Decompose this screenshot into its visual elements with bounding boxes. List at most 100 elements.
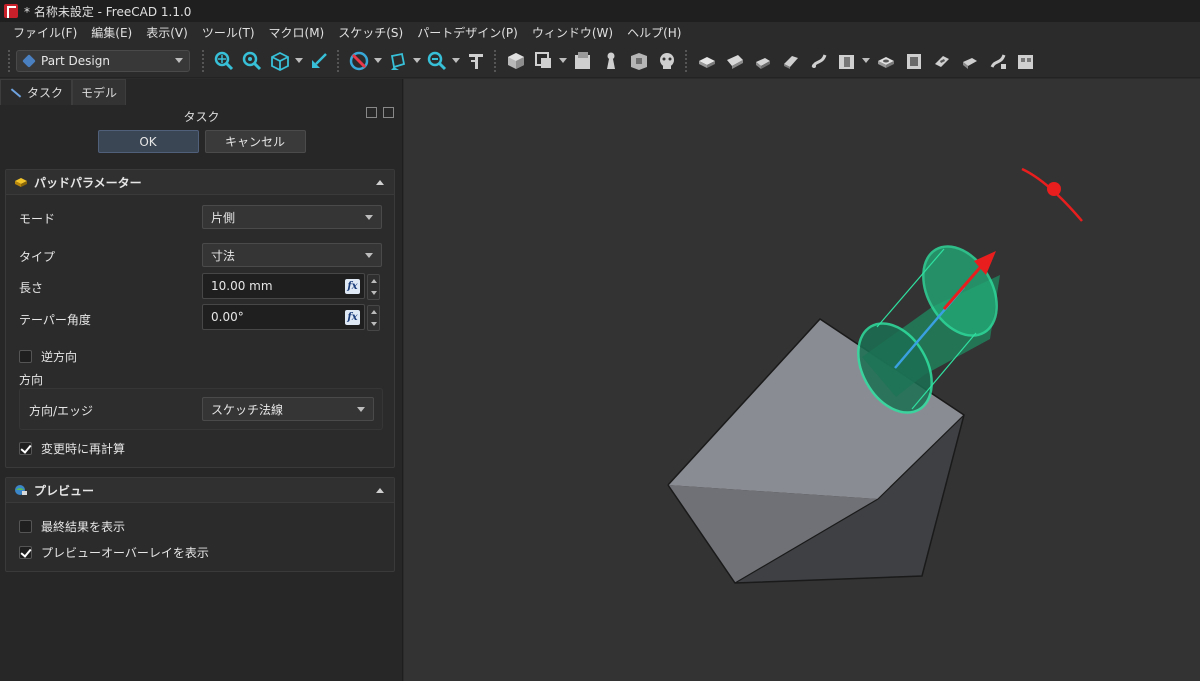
hole-icon: [878, 56, 894, 68]
ok-button[interactable]: OK: [97, 130, 199, 153]
chevron-down-icon[interactable]: [413, 58, 421, 63]
draw-style-button[interactable]: [348, 48, 370, 74]
subtractive-pipe-button[interactable]: [959, 48, 981, 74]
preview-overlay-checkbox[interactable]: [19, 546, 32, 559]
final-result-row[interactable]: 最終結果を表示: [19, 518, 125, 535]
stepper-up-icon[interactable]: [370, 310, 377, 314]
create-sketch-button[interactable]: [533, 48, 555, 74]
3d-scene[interactable]: [404, 79, 1200, 681]
stepper-down-icon[interactable]: [370, 322, 377, 326]
preview-header[interactable]: プレビュー: [6, 478, 394, 503]
recompute-row[interactable]: 変更時に再計算: [19, 440, 125, 457]
rotation-handle-dot[interactable]: [1047, 182, 1061, 196]
expression-icon[interactable]: fx: [345, 278, 360, 294]
pattern-button[interactable]: [1015, 48, 1037, 74]
menu-macro[interactable]: マクロ(M): [262, 22, 332, 44]
loft-button[interactable]: [752, 48, 774, 74]
chevron-down-icon[interactable]: [559, 58, 567, 63]
restore-icon[interactable]: [383, 107, 394, 118]
helix-button[interactable]: [808, 48, 830, 74]
length-input[interactable]: 10.00 mm fx: [202, 273, 380, 300]
sub-shape-binder-icon: [631, 52, 647, 70]
direction-edge-value: スケッチ法線: [211, 402, 284, 417]
direction-edge-select[interactable]: スケッチ法線: [202, 397, 374, 421]
zoom-fit-all-button[interactable]: [213, 48, 235, 74]
pocket-button[interactable]: [836, 48, 858, 74]
pipe-button[interactable]: [780, 48, 802, 74]
reversed-checkbox[interactable]: [19, 350, 32, 363]
toolbar-grip[interactable]: [202, 49, 206, 72]
chevron-down-icon[interactable]: [374, 58, 382, 63]
zoom-selection-icon: [242, 51, 262, 70]
menu-tools[interactable]: ツール(T): [195, 22, 262, 44]
float-icon[interactable]: [366, 107, 377, 118]
length-stepper[interactable]: [367, 274, 380, 300]
mode-label: モード: [19, 212, 56, 226]
stepper-down-icon[interactable]: [370, 291, 377, 295]
toolbar-grip[interactable]: [494, 49, 498, 72]
direction-row: 方向: [19, 371, 43, 388]
pad-button[interactable]: [696, 48, 718, 74]
subtractive-helix-icon: [990, 53, 1006, 69]
toolbar-grip[interactable]: [685, 49, 689, 72]
freecad-logo-icon: [4, 4, 18, 18]
chevron-down-icon[interactable]: [862, 58, 870, 63]
final-result-checkbox[interactable]: [19, 520, 32, 533]
menu-view[interactable]: 表示(V): [139, 22, 195, 44]
pad-parameters-header[interactable]: パッドパラメーター: [6, 170, 394, 195]
clone-button[interactable]: [656, 48, 678, 74]
groove-button[interactable]: [903, 48, 925, 74]
expression-icon[interactable]: fx: [345, 309, 360, 325]
shape-binder-button[interactable]: [572, 48, 594, 74]
chevron-up-icon[interactable]: [376, 487, 384, 493]
menu-window[interactable]: ウィンドウ(W): [525, 22, 620, 44]
direction-label: 方向: [19, 373, 44, 387]
zoom-button[interactable]: [426, 48, 448, 74]
subtractive-loft-button[interactable]: [931, 48, 953, 74]
cancel-button[interactable]: キャンセル: [204, 130, 306, 153]
measure-tool-button[interactable]: [465, 48, 487, 74]
taper-stepper[interactable]: [367, 305, 380, 331]
toolbar-grip[interactable]: [8, 49, 12, 72]
stepper-up-icon[interactable]: [370, 279, 377, 283]
measure-button[interactable]: [308, 48, 330, 74]
pad-icon: [699, 56, 715, 68]
zoom-selection-button[interactable]: [241, 48, 263, 74]
menu-sketch[interactable]: スケッチ(S): [331, 22, 410, 44]
chevron-down-icon[interactable]: [452, 58, 460, 63]
datum-point-icon: [607, 52, 615, 69]
pad-parameters-title: パッドパラメーター: [34, 175, 142, 190]
zoom-icon: [427, 51, 447, 70]
tab-task[interactable]: タスク: [0, 79, 73, 105]
3d-viewport[interactable]: [404, 79, 1200, 681]
datum-point-button[interactable]: [600, 48, 622, 74]
preview-overlay-row[interactable]: プレビューオーバーレイを表示: [19, 544, 209, 561]
toolbar-grip[interactable]: [337, 49, 341, 72]
subtractive-helix-button[interactable]: [987, 48, 1009, 74]
menu-edit[interactable]: 編集(E): [84, 22, 139, 44]
main-toolbar: Part Design: [0, 44, 1200, 78]
tab-model[interactable]: モデル: [72, 79, 127, 105]
menu-help[interactable]: ヘルプ(H): [620, 22, 688, 44]
window-title: * 名称未設定 - FreeCAD 1.1.0: [24, 4, 192, 19]
sub-shape-binder-button[interactable]: [628, 48, 650, 74]
workbench-selector[interactable]: Part Design: [16, 49, 190, 72]
menu-file[interactable]: ファイル(F): [6, 22, 84, 44]
mode-select[interactable]: 片側: [202, 205, 382, 229]
type-select[interactable]: 寸法: [202, 243, 382, 267]
std-view-button[interactable]: [387, 48, 409, 74]
view-cube-button[interactable]: [269, 48, 291, 74]
reversed-row[interactable]: 逆方向: [19, 348, 77, 365]
type-row: タイプ: [19, 248, 55, 265]
loft-icon: [756, 57, 770, 69]
create-body-button[interactable]: [505, 48, 527, 74]
taper-input[interactable]: 0.00° fx: [202, 304, 380, 331]
revolution-icon: [727, 54, 743, 69]
pattern-icon: [1018, 54, 1033, 69]
hole-button[interactable]: [875, 48, 897, 74]
revolution-button[interactable]: [724, 48, 746, 74]
recompute-checkbox[interactable]: [19, 442, 32, 455]
menu-partdesign[interactable]: パートデザイン(P): [410, 22, 525, 44]
chevron-up-icon[interactable]: [376, 179, 384, 185]
chevron-down-icon[interactable]: [295, 58, 303, 63]
